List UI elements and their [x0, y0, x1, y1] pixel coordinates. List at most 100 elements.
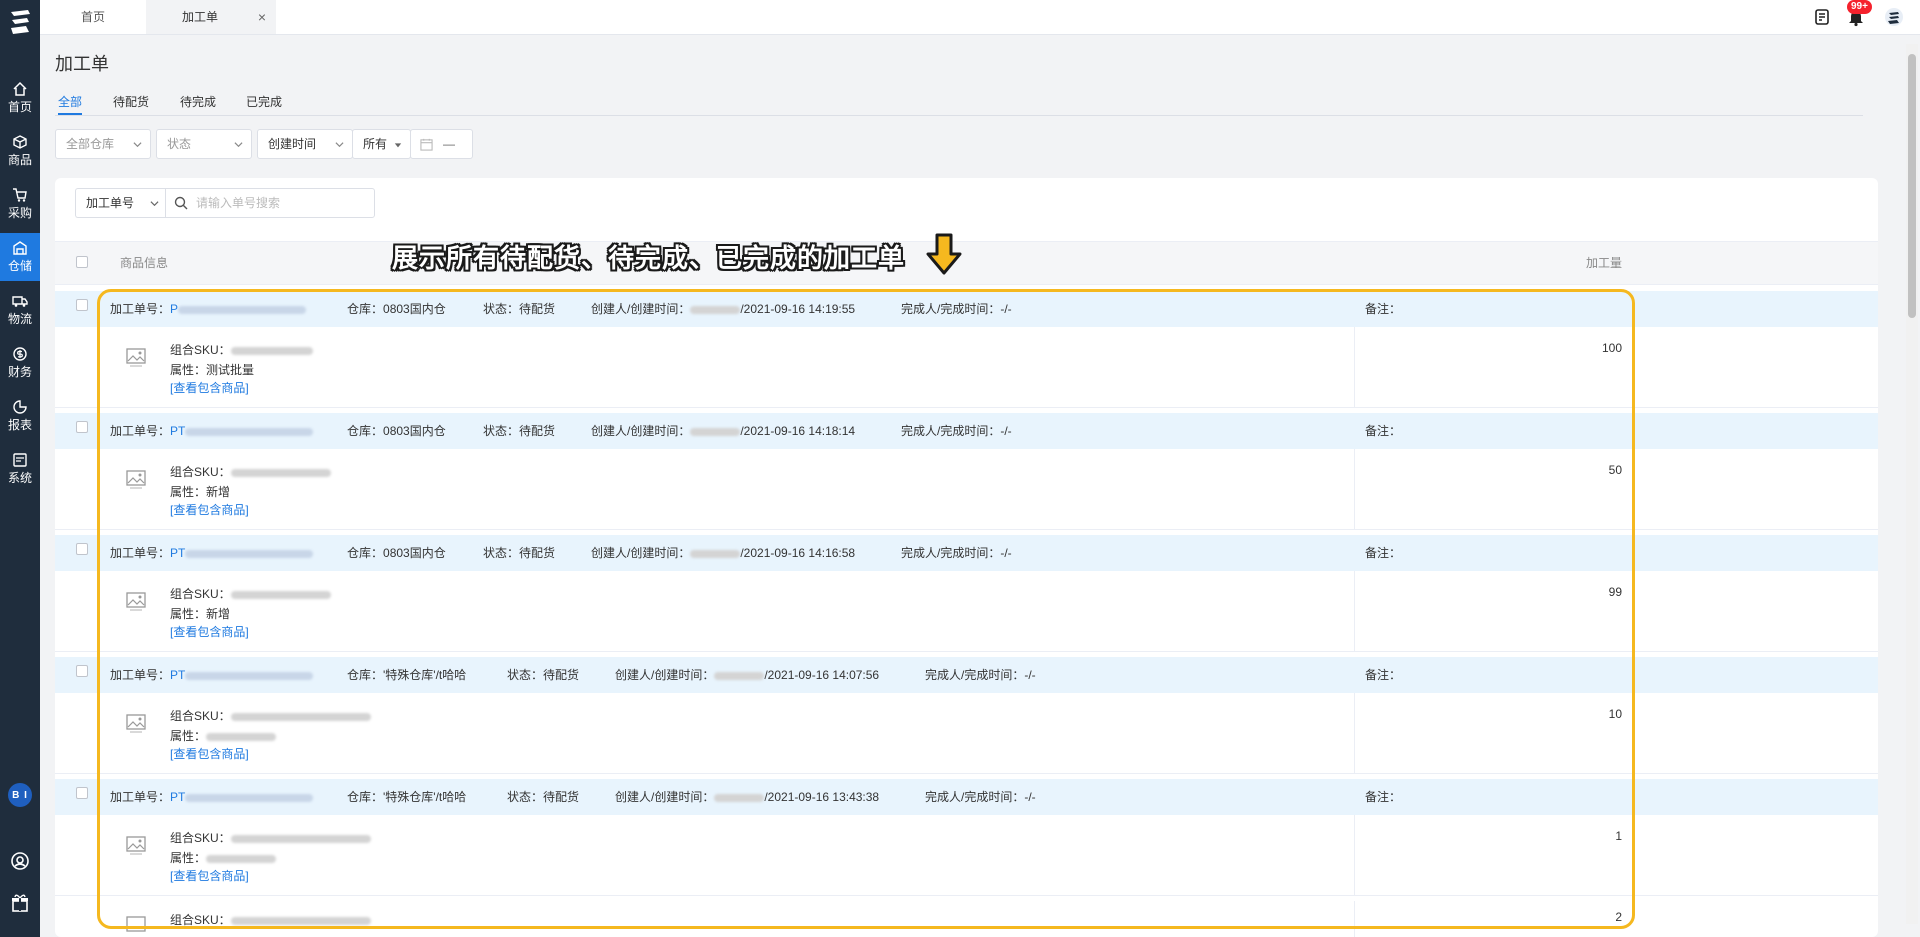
- search-field-value: 加工单号: [86, 196, 135, 210]
- order-warehouse: 仓库：0803国内仓: [347, 546, 446, 560]
- chevron-down-icon: [335, 142, 344, 148]
- order-status: 状态：待配货: [507, 790, 580, 804]
- sidebar-item-reports[interactable]: 报表: [0, 392, 40, 440]
- support-icon[interactable]: [10, 851, 30, 871]
- warehouse-select[interactable]: 全部仓库: [55, 129, 151, 159]
- order-body: 组合SKU： 属性： [查看包含商品] 10: [55, 693, 1878, 774]
- row-checkbox[interactable]: [76, 421, 88, 433]
- attribute: 属性：: [170, 849, 277, 866]
- order-warehouse: 仓库：0803国内仓: [347, 424, 446, 438]
- order-status: 状态：待配货: [483, 546, 556, 560]
- order-number-link[interactable]: PT: [170, 668, 314, 682]
- search-placeholder: 请输入单号搜索: [196, 196, 281, 210]
- sidebar-item-finance[interactable]: 财务: [0, 339, 40, 387]
- close-icon[interactable]: ×: [258, 0, 266, 34]
- range-value: 所有: [363, 137, 388, 151]
- order-remark: 备注：: [1365, 424, 1402, 438]
- image-placeholder-icon: [126, 836, 146, 855]
- status-select[interactable]: 状态: [156, 129, 252, 159]
- home-icon: [13, 81, 27, 96]
- search-icon: [174, 196, 188, 210]
- order-header-row: 加工单号：PT 仓库：0803国内仓 状态：待配货 创建人/创建时间：/2021…: [55, 535, 1878, 571]
- combo-sku: 组合SKU：: [170, 341, 313, 358]
- image-placeholder-icon: [126, 348, 146, 367]
- order-header-row: 加工单号：PT 仓库：'特殊仓库'/t哈哈 状态：待配货 创建人/创建时间：/2…: [55, 657, 1878, 693]
- sidebar-item-system[interactable]: 系统: [0, 445, 40, 493]
- order-creator: 创建人/创建时间：/2021-09-16 14:07:56: [615, 668, 880, 682]
- tab-completed[interactable]: 已完成: [246, 93, 282, 113]
- user-avatar-icon[interactable]: [1884, 7, 1904, 27]
- page-scrollbar[interactable]: [1906, 44, 1918, 924]
- annotation-callout: 展示所有待配货、待完成、已完成的加工单: [392, 243, 906, 273]
- view-items-link[interactable]: [查看包含商品]: [170, 623, 249, 640]
- order-body: 组合SKU： 属性：新增 [查看包含商品] 99: [55, 571, 1878, 652]
- row-checkbox[interactable]: [76, 787, 88, 799]
- order-number-link[interactable]: P: [170, 302, 307, 316]
- order-warehouse: 仓库：'特殊仓库'/t哈哈: [347, 668, 467, 682]
- order-header-row: 加工单号：PT 仓库：'特殊仓库'/t哈哈 状态：待配货 创建人/创建时间：/2…: [55, 779, 1878, 815]
- quantity: 2: [1615, 910, 1622, 924]
- sidebar-item-home[interactable]: 首页: [0, 74, 40, 122]
- order-number: 加工单号：PT: [110, 413, 314, 449]
- money-icon: [13, 347, 27, 361]
- order-header-row: 加工单号：P 仓库：0803国内仓 状态：待配货 创建人/创建时间：/2021-…: [55, 291, 1878, 327]
- sidebar-item-products[interactable]: 商品: [0, 127, 40, 175]
- chevron-down-icon: [133, 142, 142, 148]
- sidebar-item-label: 系统: [7, 471, 32, 485]
- tab-bar: 首页 加工单 × 99+: [40, 0, 1920, 35]
- chart-icon: [13, 400, 27, 414]
- view-items-link[interactable]: [查看包含商品]: [170, 501, 249, 518]
- view-items-link[interactable]: [查看包含商品]: [170, 867, 249, 884]
- order-remark: 备注：: [1365, 790, 1402, 804]
- image-placeholder-icon: [126, 714, 146, 733]
- order-remark: 备注：: [1365, 668, 1402, 682]
- order-number-link[interactable]: PT: [170, 424, 314, 438]
- search-input[interactable]: 请输入单号搜索: [165, 188, 375, 218]
- tab-home[interactable]: 首页: [40, 0, 146, 34]
- row-checkbox[interactable]: [76, 543, 88, 555]
- search-field-select[interactable]: 加工单号: [75, 188, 167, 218]
- row-checkbox[interactable]: [76, 299, 88, 311]
- view-items-link[interactable]: [查看包含商品]: [170, 379, 249, 396]
- gift-icon[interactable]: [10, 893, 30, 913]
- sidebar-item-warehouse[interactable]: 仓储: [0, 233, 40, 281]
- task-list-icon[interactable]: [1812, 7, 1832, 27]
- order-number: 加工单号：P: [110, 291, 307, 327]
- order-warehouse: 仓库：0803国内仓: [347, 302, 446, 316]
- quantity: 100: [1601, 341, 1622, 355]
- tab-pending-completion[interactable]: 待完成: [180, 93, 216, 113]
- avatar[interactable]: B I: [8, 783, 32, 807]
- range-select[interactable]: 所有: [352, 129, 411, 159]
- chevron-down-icon: [150, 201, 159, 207]
- order-creator: 创建人/创建时间：/2021-09-16 14:19:55: [591, 302, 856, 316]
- calendar-icon: [420, 138, 433, 151]
- combo-sku: 组合SKU：: [170, 585, 331, 602]
- order-item: 组合SKU： 2: [55, 901, 1878, 937]
- quantity: 1: [1615, 829, 1622, 843]
- view-items-link[interactable]: [查看包含商品]: [170, 745, 249, 762]
- logo-icon[interactable]: [8, 8, 32, 36]
- date-range-picker[interactable]: —: [410, 129, 473, 159]
- attribute: 属性：新增: [170, 485, 231, 499]
- tab-pending-allocation[interactable]: 待配货: [113, 93, 149, 113]
- sidebar-item-label: 财务: [7, 365, 32, 379]
- chevron-down-icon: [234, 142, 243, 148]
- combo-sku: 组合SKU：: [170, 911, 371, 928]
- scrollbar-thumb[interactable]: [1908, 54, 1916, 318]
- time-type-select[interactable]: 创建时间: [257, 129, 353, 159]
- select-all-checkbox[interactable]: [76, 256, 88, 268]
- order-number-link[interactable]: PT: [170, 790, 314, 804]
- sidebar-item-label: 首页: [7, 100, 32, 114]
- row-checkbox[interactable]: [76, 665, 88, 677]
- caret-down-icon: [394, 143, 402, 148]
- tab-all[interactable]: 全部: [58, 93, 83, 115]
- tab-processing-order[interactable]: 加工单 ×: [146, 0, 276, 34]
- time-type-value: 创建时间: [268, 137, 317, 151]
- order-number: 加工单号：PT: [110, 779, 314, 815]
- sidebar-item-purchase[interactable]: 采购: [0, 180, 40, 228]
- sidebar-item-logistics[interactable]: 物流: [0, 286, 40, 334]
- tab-label: 加工单: [182, 10, 219, 24]
- page-title: 加工单: [55, 54, 109, 74]
- image-placeholder-icon: [126, 470, 146, 489]
- order-number-link[interactable]: PT: [170, 546, 314, 560]
